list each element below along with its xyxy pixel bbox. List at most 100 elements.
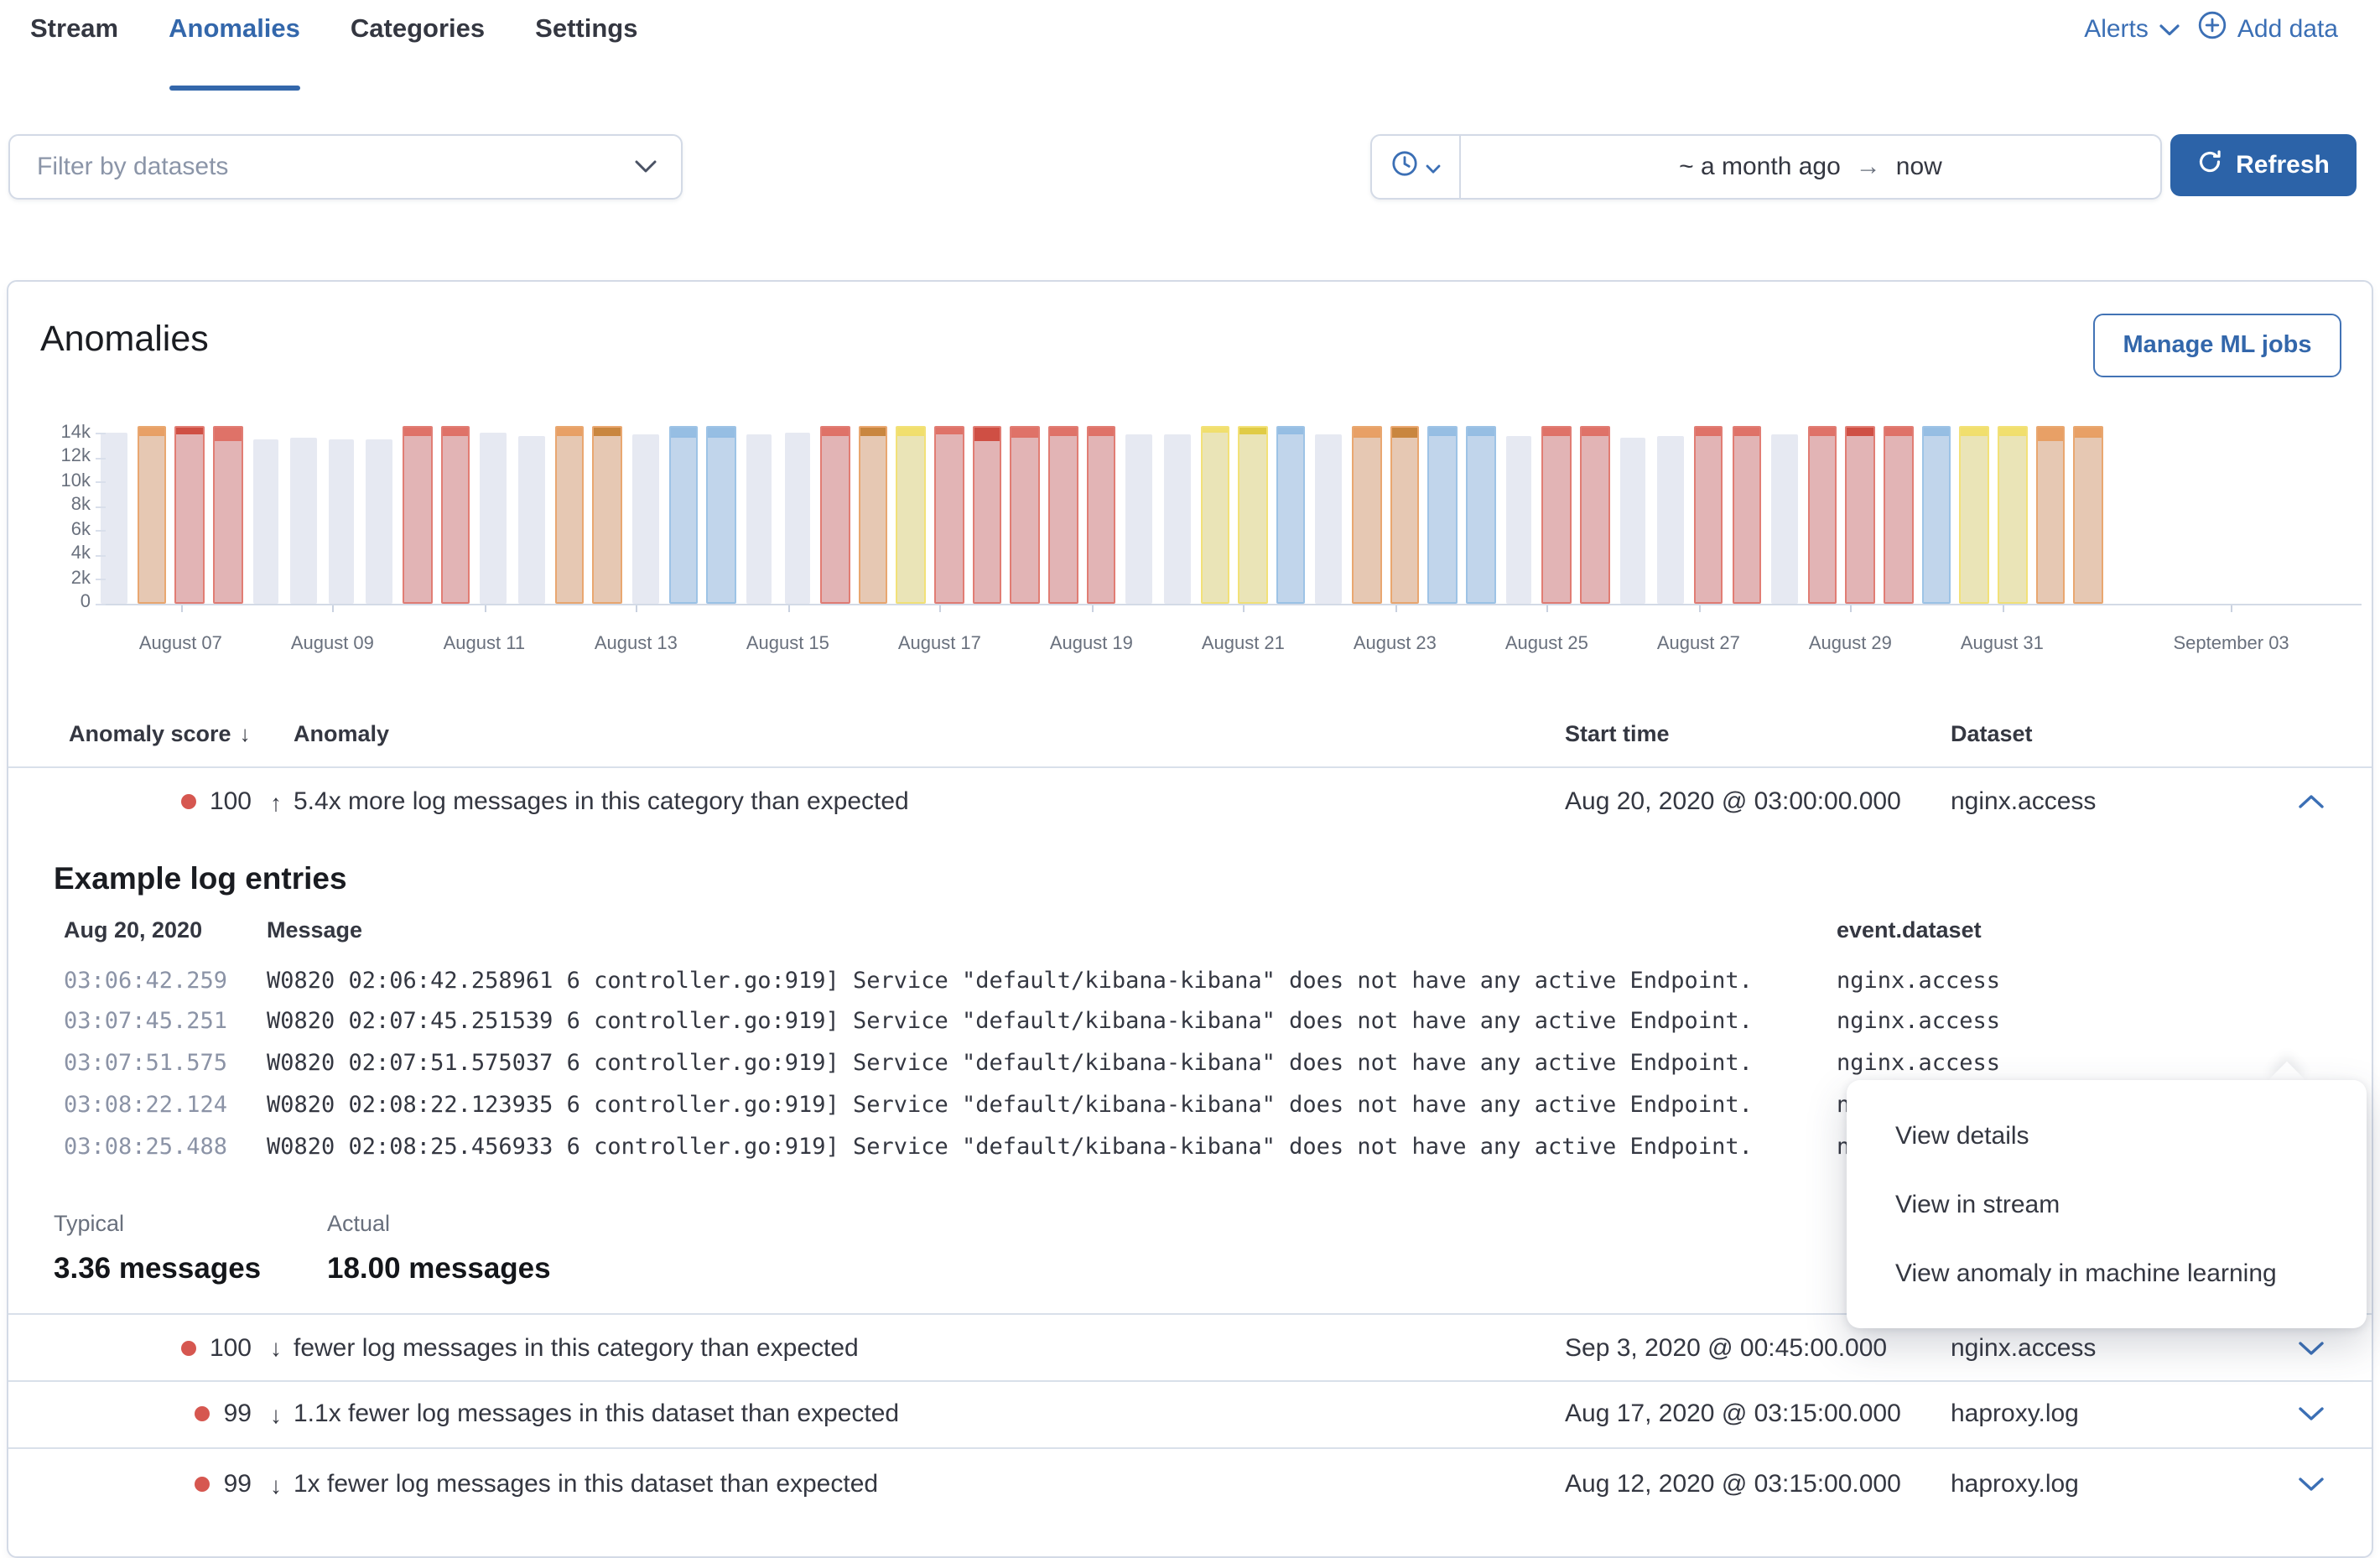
x-axis-tick [2002, 605, 2003, 612]
histogram-bar [974, 426, 1000, 604]
x-axis-tick [1850, 605, 1852, 612]
refresh-label: Refresh [2236, 151, 2330, 179]
anomaly-band-blue [668, 426, 698, 604]
log-count-bar [1316, 434, 1342, 604]
anomaly-band-orange [554, 426, 584, 604]
anomalies-histogram: 02k4k6k8k10k12k14kAugust 07August 09Augu… [8, 282, 2372, 667]
log-count-bar [746, 434, 772, 604]
anomaly-description-cell: ↓ 1x fewer log messages in this dataset t… [270, 1471, 878, 1499]
histogram-bar [1468, 426, 1494, 604]
histogram-bar [1239, 426, 1265, 604]
x-axis-tick [636, 605, 637, 612]
anomaly-band-cap [443, 428, 469, 436]
start-time-cell: Aug 20, 2020 @ 03:00:00.000 [1565, 787, 1901, 816]
severity-dot [181, 794, 196, 809]
y-axis-tick [96, 433, 106, 434]
tab-anomalies[interactable]: Anomalies [169, 0, 300, 91]
tab-stream[interactable]: Stream [30, 0, 118, 91]
y-axis-tick [96, 530, 106, 532]
dataset-filter-select[interactable]: Filter by datasets [8, 134, 683, 200]
time-range-end[interactable]: now [1896, 153, 1942, 181]
y-axis-tick-label: 10k [8, 470, 91, 492]
log-count-bar [1164, 434, 1190, 604]
expand-row-button[interactable] [2296, 1340, 2326, 1355]
log-entry-row: 03:07:45.251W0820 02:07:45.251539 6 cont… [8, 1008, 2372, 1038]
anomaly-band-blue [1466, 426, 1495, 604]
histogram-bar [101, 426, 127, 604]
histogram-bar [1923, 426, 1949, 604]
anomaly-band-red [1580, 426, 1609, 604]
anomaly-description-cell: ↑ 5.4x more log messages in this categor… [270, 787, 909, 816]
arrow-down-icon: ↓ [270, 1472, 282, 1498]
anomaly-band-orange [593, 426, 622, 604]
x-axis-tick [1546, 605, 1548, 612]
log-entry-message: W0820 02:07:51.575037 6 controller.go:91… [267, 1051, 1753, 1078]
histogram-bar [290, 426, 316, 604]
histogram-bar [252, 426, 278, 604]
log-count-bar [632, 434, 658, 604]
expand-row-button[interactable] [2296, 1407, 2326, 1422]
menu-item-view-in-stream[interactable]: View in stream [1847, 1171, 2367, 1239]
histogram-bar [1126, 426, 1152, 604]
anomaly-band-red [1846, 426, 1875, 604]
anomaly-description: 1x fewer log messages in this dataset th… [294, 1471, 878, 1499]
chevron-down-icon [634, 159, 657, 174]
histogram-bar [2076, 426, 2102, 604]
menu-item-view-anomaly-in-ml[interactable]: View anomaly in machine learning [1847, 1239, 2367, 1308]
anomaly-band-red [1048, 426, 1078, 604]
anomaly-band-blue [1276, 426, 1306, 604]
expand-row-button[interactable] [2296, 1478, 2326, 1493]
anomaly-band-cap [404, 428, 430, 437]
x-axis-tick-label: September 03 [2123, 634, 2341, 654]
histogram-bar [784, 426, 810, 604]
time-range-start[interactable]: ~ a month ago [1679, 153, 1841, 181]
anomaly-band-cap [1847, 428, 1873, 437]
anomaly-description: 5.4x more log messages in this category … [294, 787, 909, 816]
tab-categories[interactable]: Categories [351, 0, 485, 91]
anomaly-band-red [972, 426, 1001, 604]
y-axis-tick-label: 8k [8, 495, 91, 517]
x-axis-tick [484, 605, 486, 612]
filter-row: Filter by datasets ~ a month ago → now [0, 134, 2380, 196]
y-axis-tick-label: 4k [8, 543, 91, 565]
anomaly-band-red [1694, 426, 1723, 604]
log-column-dataset: event.dataset [1837, 917, 1982, 943]
alerts-menu-button[interactable]: Alerts [2084, 14, 2180, 43]
arrow-down-icon: ↓ [270, 1401, 282, 1428]
histogram-bar [1012, 426, 1038, 604]
anomaly-band-cap [595, 428, 621, 435]
dataset-cell: nginx.access [1951, 787, 2096, 816]
anomaly-band-cap [1354, 428, 1380, 438]
anomaly-row[interactable]: 99↓1.1x fewer log messages in this datas… [8, 1381, 2372, 1449]
anomaly-row[interactable]: 99↓1x fewer log messages in this dataset… [8, 1450, 2372, 1520]
column-header-anomaly-score[interactable]: Anomaly score↓ [69, 721, 251, 746]
y-axis-tick-label: 2k [8, 568, 91, 589]
refresh-button[interactable]: Refresh [2170, 134, 2357, 196]
anomaly-band-cap [1050, 428, 1076, 437]
typical-label: Typical [54, 1211, 124, 1236]
actual-value: 18.00 messages [327, 1251, 551, 1286]
menu-item-view-details[interactable]: View details [1847, 1102, 2367, 1171]
histogram-bar [1505, 426, 1531, 604]
severity-dot [195, 1478, 210, 1493]
quick-select-time-button[interactable] [1372, 136, 1461, 198]
add-data-button[interactable]: Add data [2197, 10, 2338, 47]
log-entry-context-menu: View detailsView in streamView anomaly i… [1847, 1080, 2367, 1328]
anomaly-band-cap [1733, 428, 1759, 435]
histogram-bar [670, 426, 696, 604]
anomaly-row-expanded[interactable]: 100 ↑ 5.4x more log messages in this cat… [8, 766, 2372, 837]
histogram-bar [215, 426, 241, 604]
start-time-cell: Aug 12, 2020 @ 03:15:00.000 [1565, 1471, 1901, 1499]
anomaly-band-cap [2037, 428, 2063, 442]
anomaly-band-cap [1999, 428, 2025, 435]
time-range-display[interactable]: ~ a month ago → now [1461, 136, 2160, 198]
anomaly-band-cap [1012, 428, 1038, 438]
dataset-filter-placeholder: Filter by datasets [37, 153, 634, 181]
collapse-row-button[interactable] [2296, 794, 2326, 809]
histogram-bar [1582, 426, 1608, 604]
histogram-bar [1696, 426, 1722, 604]
histogram-bar [404, 426, 430, 604]
tab-settings[interactable]: Settings [535, 0, 637, 91]
anomaly-band-blue [1921, 426, 1951, 604]
log-count-bar [1771, 435, 1797, 604]
